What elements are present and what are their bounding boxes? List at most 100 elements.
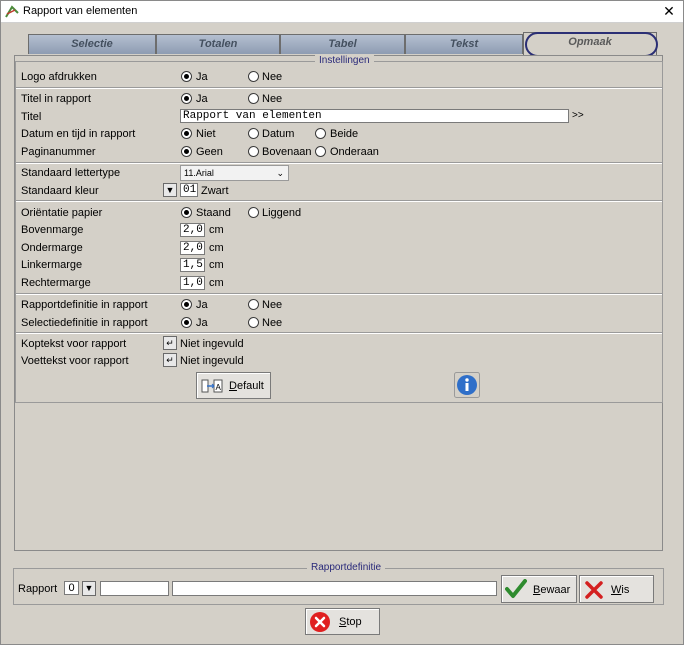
app-window: Rapport van elementen ✕ Selectie Totalen…	[0, 0, 684, 645]
rapportdef-nee-radio[interactable]	[248, 299, 259, 310]
wis-button[interactable]: Wis	[579, 575, 654, 603]
titel-ja-label: Ja	[196, 93, 208, 105]
selectiedef-ja-label: Ja	[196, 317, 208, 329]
titel-more-button[interactable]: >>	[572, 110, 584, 121]
rapport-label: Rapport	[18, 583, 58, 595]
datum-datum-radio[interactable]	[248, 128, 259, 139]
rechtermarge-input[interactable]: 1,0	[180, 276, 205, 290]
default-button-label: Default	[229, 380, 264, 392]
separator	[16, 200, 662, 202]
logo-nee-radio[interactable]	[248, 71, 259, 82]
ondermarge-unit: cm	[209, 242, 224, 254]
orientatie-staand-label: Staand	[196, 207, 231, 219]
settings-legend: Instellingen	[315, 55, 374, 66]
chevron-down-icon: ⌄	[276, 168, 284, 178]
close-icon[interactable]: ✕	[661, 3, 677, 19]
pagina-onderaan-label: Onderaan	[330, 146, 379, 158]
voettekst-value: Niet ingevuld	[180, 355, 244, 367]
titel-input[interactable]: Rapport van elementen	[180, 109, 569, 123]
logo-ja-label: Ja	[196, 71, 208, 83]
lettertype-label: Standaard lettertype	[21, 167, 121, 179]
orientatie-staand-radio[interactable]	[181, 207, 192, 218]
selectiedef-nee-label: Nee	[262, 317, 283, 329]
logo-nee-label: Nee	[262, 71, 283, 83]
rechtermarge-unit: cm	[209, 277, 224, 289]
bovenmarge-input[interactable]: 2,0	[180, 223, 205, 237]
app-icon	[5, 5, 19, 18]
default-button[interactable]: A Default	[196, 372, 271, 399]
titel-nee-label: Nee	[262, 93, 283, 105]
titel-ja-radio[interactable]	[181, 93, 192, 104]
lettertype-select[interactable]: 11.Arial ⌄	[180, 165, 289, 181]
separator	[16, 293, 662, 295]
titel-label: Titel	[21, 111, 42, 123]
pagina-bovenaan-label: Bovenaan	[262, 146, 312, 158]
linkermarge-input[interactable]: 1,5	[180, 258, 205, 272]
rapport-code[interactable]: 0	[64, 581, 79, 595]
wis-label: Wis	[611, 584, 630, 596]
tab-tabel[interactable]: Tabel	[280, 34, 405, 54]
datum-beide-radio[interactable]	[315, 128, 326, 139]
rapport-name-field[interactable]	[100, 581, 169, 596]
cross-icon	[585, 581, 603, 599]
separator	[16, 332, 662, 334]
datum-niet-label: Niet	[196, 128, 216, 140]
logo-ja-radio[interactable]	[181, 71, 192, 82]
stop-button[interactable]: Stop	[305, 608, 380, 635]
bewaar-button[interactable]: Bewaar	[501, 575, 577, 603]
selectiedef-ja-radio[interactable]	[181, 317, 192, 328]
stop-icon	[310, 612, 330, 632]
datum-datum-label: Datum	[262, 128, 295, 140]
default-icon: A	[201, 379, 223, 393]
linkermarge-label: Linkermarge	[21, 259, 83, 271]
selectiedef-nee-radio[interactable]	[248, 317, 259, 328]
rapport-dropdown-button[interactable]: ▼	[82, 581, 96, 596]
tab-highlight-ring	[525, 32, 658, 57]
bewaar-label: Bewaar	[533, 584, 571, 596]
orientatie-liggend-radio[interactable]	[248, 207, 259, 218]
logo-label: Logo afdrukken	[21, 71, 97, 83]
tab-totalen[interactable]: Totalen	[156, 34, 280, 54]
rechtermarge-label: Rechtermarge	[21, 277, 91, 289]
titel-nee-radio[interactable]	[248, 93, 259, 104]
kleur-code[interactable]: 01	[180, 183, 198, 197]
datum-beide-label: Beide	[330, 128, 359, 140]
separator	[16, 87, 662, 89]
pagina-geen-label: Geen	[196, 146, 223, 158]
kleur-label: Standaard kleur	[21, 185, 99, 197]
rapportdef-nee-label: Nee	[262, 299, 283, 311]
title-bar: Rapport van elementen ✕	[1, 1, 683, 23]
enter-icon[interactable]: ↵	[163, 336, 177, 350]
enter-icon[interactable]: ↵	[163, 353, 177, 367]
rapportdefinitie-legend: Rapportdefinitie	[307, 562, 386, 573]
bovenmarge-label: Bovenmarge	[21, 224, 84, 236]
voettekst-label: Voettekst voor rapport	[21, 355, 129, 367]
rapportdef-ja-label: Ja	[196, 299, 208, 311]
titel-in-rapport-label: Titel in rapport	[21, 93, 91, 105]
datum-label: Datum en tijd in rapport	[21, 128, 136, 140]
rapportdef-ja-radio[interactable]	[181, 299, 192, 310]
pagina-bovenaan-radio[interactable]	[248, 146, 259, 157]
pagina-label: Paginanummer	[21, 146, 96, 158]
koptekst-label: Koptekst voor rapport	[21, 338, 127, 350]
koptekst-value: Niet ingevuld	[180, 338, 244, 350]
pagina-onderaan-radio[interactable]	[315, 146, 326, 157]
tab-selectie[interactable]: Selectie	[28, 34, 156, 54]
rapportdef-label: Rapportdefinitie in rapport	[21, 299, 148, 311]
ondermarge-input[interactable]: 2,0	[180, 241, 205, 255]
svg-text:A: A	[216, 383, 222, 392]
kleur-dropdown-button[interactable]: ▼	[163, 183, 177, 197]
info-icon[interactable]	[454, 372, 480, 398]
datum-niet-radio[interactable]	[181, 128, 192, 139]
linkermarge-unit: cm	[209, 259, 224, 271]
kleur-name: Zwart	[201, 185, 229, 197]
check-icon	[505, 579, 527, 598]
pagina-geen-radio[interactable]	[181, 146, 192, 157]
tab-tekst[interactable]: Tekst	[405, 34, 523, 54]
separator	[16, 162, 662, 164]
ondermarge-label: Ondermarge	[21, 242, 83, 254]
lettertype-value: 11.Arial	[184, 168, 214, 178]
stop-label: Stop	[339, 616, 362, 628]
window-title: Rapport van elementen	[23, 5, 138, 17]
rapport-description-field[interactable]	[172, 581, 497, 596]
